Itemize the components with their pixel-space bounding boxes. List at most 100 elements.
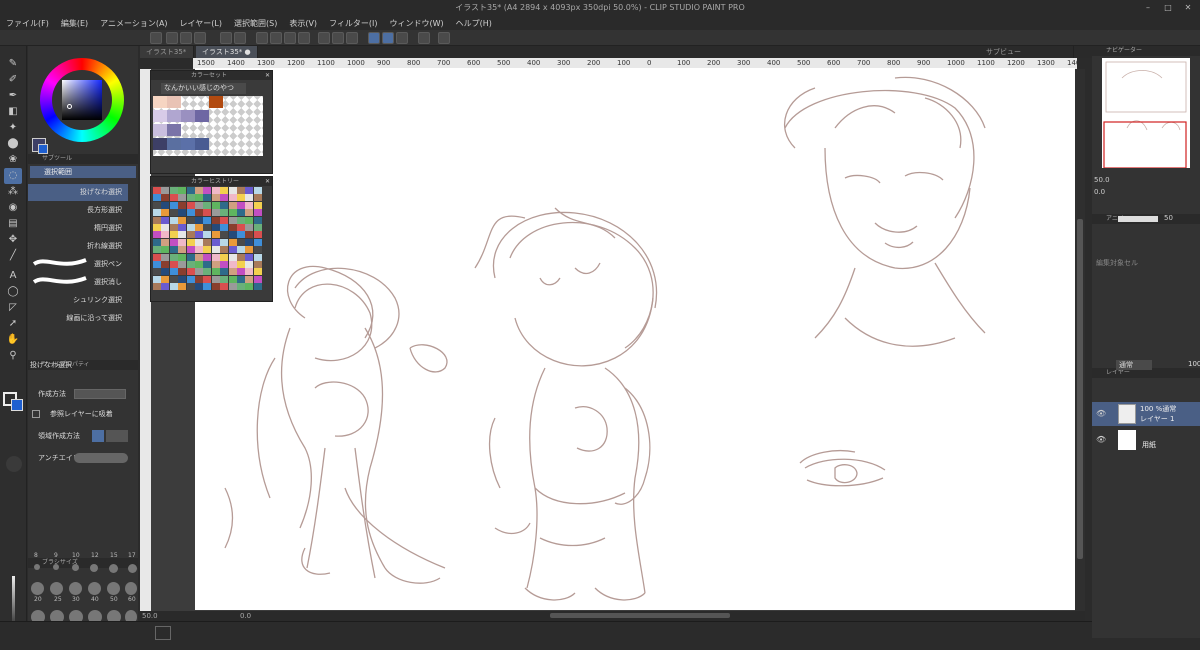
history-swatch[interactable]	[186, 238, 195, 246]
history-swatch[interactable]	[211, 275, 220, 283]
history-swatch[interactable]	[161, 275, 170, 283]
history-swatch[interactable]	[169, 261, 178, 268]
history-swatch[interactable]	[186, 261, 195, 268]
history-swatch[interactable]	[178, 283, 187, 291]
subtool-polyline[interactable]: 折れ線選択	[28, 238, 128, 255]
history-swatch[interactable]	[153, 268, 161, 276]
history-swatch[interactable]	[237, 231, 245, 239]
history-swatch[interactable]	[228, 253, 237, 261]
history-swatch[interactable]	[220, 187, 229, 194]
history-swatch[interactable]	[186, 268, 195, 276]
history-swatch[interactable]	[153, 209, 161, 217]
history-swatch[interactable]	[203, 224, 212, 231]
history-swatch[interactable]	[253, 194, 262, 202]
history-swatch[interactable]	[186, 194, 195, 202]
menu-help[interactable]: ヘルプ(H)	[456, 18, 492, 29]
history-swatch[interactable]	[203, 216, 212, 224]
history-swatch[interactable]	[211, 216, 220, 224]
zoom-value[interactable]: 50.0	[142, 612, 158, 620]
history-swatch[interactable]	[253, 283, 262, 291]
history-swatch[interactable]	[245, 246, 254, 254]
history-swatch[interactable]	[178, 224, 187, 231]
history-swatch[interactable]	[220, 209, 229, 217]
frame-tool-icon[interactable]: ◸	[4, 300, 22, 316]
maximize-button[interactable]: □	[1158, 0, 1178, 16]
history-swatch[interactable]	[153, 187, 161, 194]
history-swatch[interactable]	[245, 231, 254, 239]
save-icon[interactable]	[194, 32, 206, 44]
lasso-tool-icon[interactable]: ◌	[4, 168, 22, 184]
brush-size-dot[interactable]	[107, 582, 120, 595]
history-swatch[interactable]	[203, 231, 212, 239]
history-swatch[interactable]	[161, 283, 170, 291]
history-swatch[interactable]	[211, 283, 220, 291]
redo-icon[interactable]	[234, 32, 246, 44]
history-swatch[interactable]	[203, 201, 212, 209]
color-set-grid[interactable]	[153, 96, 263, 156]
history-swatch[interactable]	[195, 253, 203, 261]
open-folder-icon[interactable]	[180, 32, 192, 44]
history-swatch[interactable]	[178, 275, 187, 283]
history-swatch[interactable]	[161, 253, 170, 261]
history-swatch[interactable]	[245, 224, 254, 231]
eyedropper-tool-icon[interactable]: ⚲	[4, 348, 22, 364]
history-swatch[interactable]	[161, 201, 170, 209]
history-swatch[interactable]	[195, 194, 203, 202]
history-swatch[interactable]	[161, 231, 170, 239]
snap-grid-icon[interactable]	[396, 32, 408, 44]
history-swatch[interactable]	[195, 216, 203, 224]
snap-special-icon[interactable]	[382, 32, 394, 44]
history-swatch[interactable]	[153, 231, 161, 239]
deselect-icon[interactable]	[298, 32, 310, 44]
area-method-button[interactable]	[92, 430, 104, 442]
close-icon[interactable]: ✕	[265, 71, 270, 80]
history-swatch[interactable]	[220, 283, 229, 291]
help-icon[interactable]	[438, 32, 450, 44]
close-button[interactable]: ✕	[1178, 0, 1198, 16]
transform-icon[interactable]	[270, 32, 282, 44]
history-swatch[interactable]	[178, 209, 187, 217]
layer-row-2[interactable]: 👁 用紙	[1092, 428, 1200, 452]
history-swatch[interactable]	[237, 261, 245, 268]
history-swatch[interactable]	[253, 253, 262, 261]
history-swatch[interactable]	[186, 283, 195, 291]
decoration-tool-icon[interactable]: ❀	[4, 152, 22, 168]
history-swatch[interactable]	[161, 261, 170, 268]
fill-icon[interactable]	[284, 32, 296, 44]
brush-size-dot[interactable]	[125, 582, 137, 595]
creation-method-buttons[interactable]	[74, 389, 126, 399]
area-method-dropdown[interactable]	[106, 430, 128, 442]
history-swatch[interactable]	[245, 261, 254, 268]
ruler-icon[interactable]	[346, 32, 358, 44]
hand-tool-icon[interactable]: ✋	[4, 332, 22, 348]
pencil-tool-icon[interactable]: ✐	[4, 72, 22, 88]
history-swatch[interactable]	[178, 246, 187, 254]
history-swatch[interactable]	[253, 238, 262, 246]
history-swatch[interactable]	[228, 231, 237, 239]
subtool-lasso[interactable]: 投げなわ選択	[28, 184, 128, 201]
color-wheel[interactable]	[40, 58, 124, 142]
history-swatch[interactable]	[228, 201, 237, 209]
brush-size-dot[interactable]	[31, 582, 44, 595]
menu-animation[interactable]: アニメーション(A)	[100, 18, 167, 29]
brush-size-dot[interactable]	[72, 564, 79, 571]
history-swatch[interactable]	[195, 209, 203, 217]
history-swatch[interactable]	[237, 283, 245, 291]
history-swatch[interactable]	[195, 246, 203, 254]
history-swatch[interactable]	[220, 194, 229, 202]
history-swatch[interactable]	[195, 201, 203, 209]
history-swatch[interactable]	[153, 246, 161, 254]
history-swatch[interactable]	[161, 224, 170, 231]
history-swatch[interactable]	[228, 194, 237, 202]
history-swatch[interactable]	[161, 216, 170, 224]
history-swatch[interactable]	[195, 238, 203, 246]
doc-tab-2[interactable]: イラスト35* ●	[196, 46, 258, 58]
brush-tool-icon[interactable]: ✒	[4, 88, 22, 104]
pen-tool-icon[interactable]: ✎	[4, 56, 22, 72]
history-swatch[interactable]	[245, 275, 254, 283]
new-file-icon[interactable]	[166, 32, 178, 44]
history-swatch[interactable]	[245, 187, 254, 194]
history-swatch[interactable]	[169, 283, 178, 291]
navigator-preview[interactable]	[1102, 58, 1190, 169]
history-swatch[interactable]	[178, 253, 187, 261]
